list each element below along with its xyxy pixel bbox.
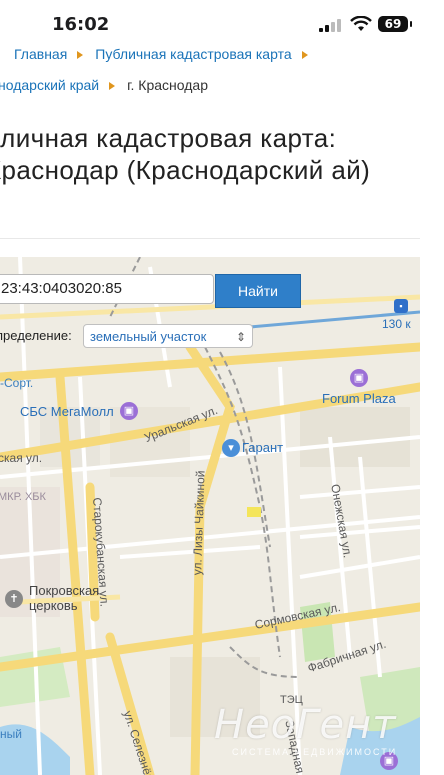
cadastral-map[interactable]: Уральская ул. ская ул. Старокубанская ул… (0, 257, 420, 775)
chevron-updown-icon: ⇕ (235, 330, 246, 344)
status-bar: 16:02 69 (0, 0, 444, 44)
breadcrumb-home-link[interactable]: Главная (14, 46, 67, 62)
breadcrumb: нодарский край г. Краснодар (0, 77, 208, 93)
watermark-logo: НеоГент (214, 702, 397, 748)
poi-forum-plaza[interactable]: Forum Plaza (322, 391, 396, 406)
poi-sbs-megamoll[interactable]: СБС МегаМолл (20, 404, 114, 419)
cellular-signal-icon (319, 18, 343, 32)
page-title: бличная кадастровая карта: Краснодар (Кр… (0, 123, 371, 185)
shopping-basket-icon[interactable]: ▾ (222, 439, 240, 457)
poi-bus-stop[interactable]: 130 к (382, 317, 411, 331)
breadcrumb-separator-icon (109, 82, 116, 91)
shopping-bag-icon[interactable]: ▣ (350, 369, 368, 387)
wifi-icon (350, 16, 372, 31)
area-label: МКР. ХБК (0, 491, 46, 503)
breadcrumb-current: г. Краснодар (127, 77, 208, 93)
object-type-select-value: земельный участок (90, 329, 207, 344)
breadcrumb-separator-icon (77, 51, 84, 60)
status-time: 16:02 (52, 14, 110, 35)
area-label: -Сорт. (0, 376, 34, 390)
breadcrumb-cadastral-map-link[interactable]: Публичная кадастровая карта (95, 46, 291, 62)
poi-pokrovskaya-church[interactable]: Покровская церковь (29, 583, 119, 613)
watermark-subtitle: СИСТЕМА НЕДВИЖИМОСТИ (232, 747, 398, 757)
object-type-select[interactable]: земельный участок ⇕ (83, 324, 253, 348)
street-label: ская ул. (0, 451, 43, 465)
poi-garant[interactable]: Гарант (242, 440, 283, 455)
cadastral-number-input[interactable]: 23:43:0403020:85 (0, 274, 214, 304)
definition-label: пределение: (0, 328, 72, 343)
shopping-bag-icon[interactable]: ▣ (120, 402, 138, 420)
divider (0, 238, 420, 239)
breadcrumb-separator-icon (301, 51, 308, 60)
church-icon[interactable]: ✝ (5, 590, 23, 608)
bus-stop-icon[interactable]: ▪ (394, 299, 408, 313)
breadcrumb: Главная Публичная кадастровая карта (14, 46, 320, 62)
find-button[interactable]: Найти (215, 274, 301, 308)
area-label: ный (0, 727, 22, 741)
breadcrumb-region-link[interactable]: нодарский край (0, 77, 99, 93)
battery-icon: 69 (378, 16, 412, 32)
